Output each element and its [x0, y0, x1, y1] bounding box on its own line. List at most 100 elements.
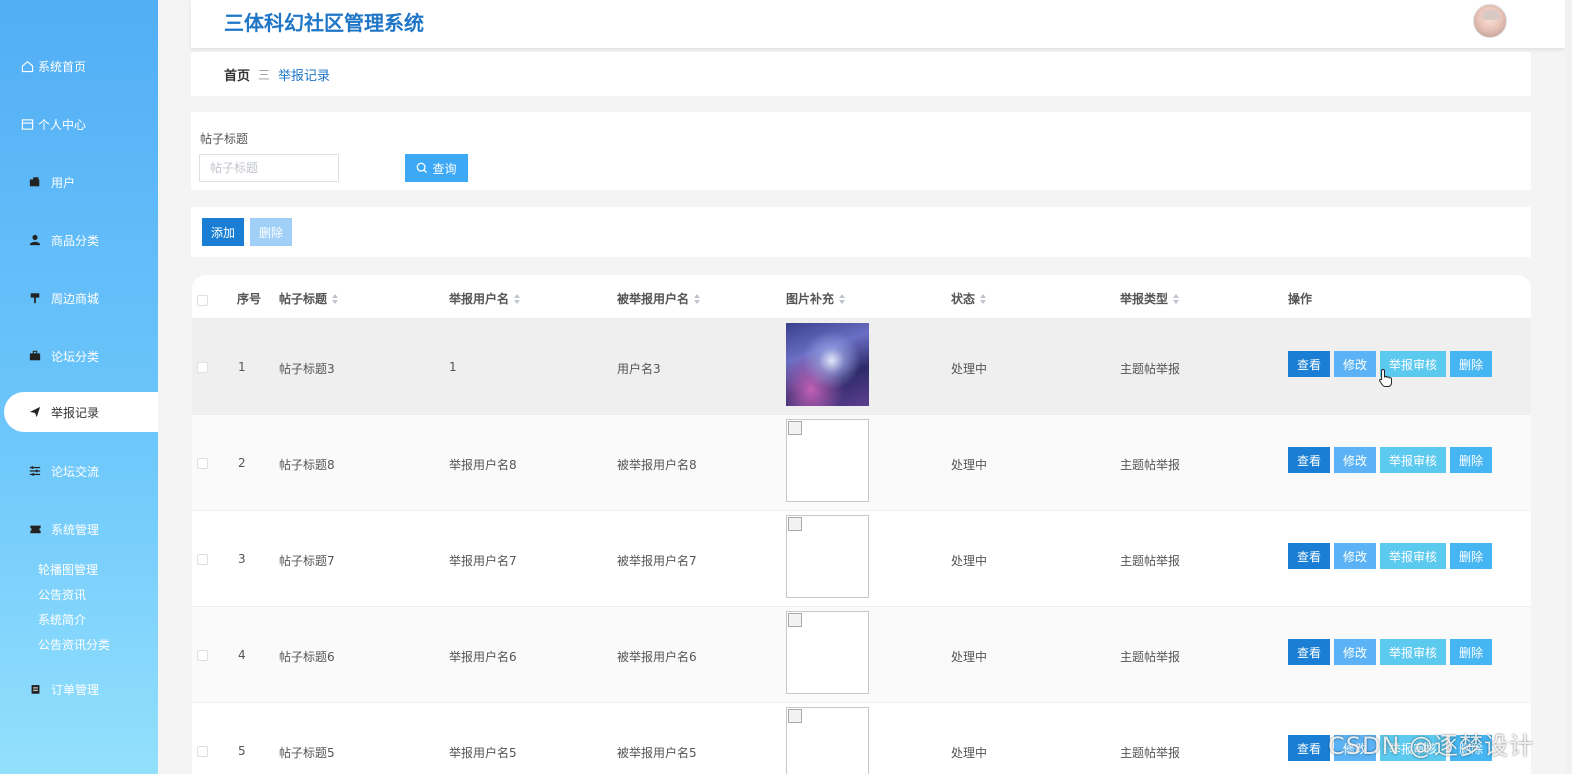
- cell-reporter: 举报用户名5: [449, 746, 517, 760]
- column-header-reported[interactable]: 被举报用户名: [617, 290, 701, 307]
- cell-reported: 被举报用户名8: [617, 458, 697, 472]
- edit-button[interactable]: 修改: [1334, 447, 1377, 473]
- broken-image-icon: [788, 613, 802, 627]
- sidebar-item-forum[interactable]: 论坛交流: [0, 451, 158, 491]
- cell-index: 3: [238, 552, 246, 566]
- report-image-thumbnail[interactable]: [786, 323, 869, 406]
- sidebar-item-profile[interactable]: 个人中心: [0, 104, 158, 144]
- view-button[interactable]: 查看: [1288, 447, 1331, 473]
- table-row: 4 帖子标题6 举报用户名6 被举报用户名6 处理中 主题帖举报 查看 修改 举…: [192, 607, 1531, 703]
- sidebar-subitem-carousel[interactable]: 轮播图管理: [38, 561, 98, 578]
- row-checkbox[interactable]: [197, 746, 208, 757]
- user-icon: [28, 233, 42, 247]
- cell-reported: 被举报用户名6: [617, 650, 697, 664]
- sort-icon[interactable]: [514, 293, 521, 304]
- view-button[interactable]: 查看: [1288, 543, 1331, 569]
- column-header-status[interactable]: 状态: [951, 290, 987, 307]
- breadcrumb-current: 举报记录: [278, 69, 331, 84]
- cell-type: 主题帖举报: [1120, 746, 1181, 760]
- briefcase-icon: [28, 349, 42, 363]
- report-image-thumbnail[interactable]: [786, 707, 869, 774]
- sidebar-item-mall[interactable]: 周边商城: [0, 278, 158, 318]
- audit-button[interactable]: 举报审核: [1380, 639, 1447, 665]
- delete-button[interactable]: 删除: [1450, 447, 1493, 473]
- sidebar-item-goods-category[interactable]: 商品分类: [0, 220, 158, 260]
- wallet-icon: [28, 175, 42, 189]
- column-header-type[interactable]: 举报类型: [1120, 290, 1180, 307]
- sidebar-item-reports[interactable]: 举报记录: [4, 392, 158, 432]
- sidebar-item-label: 系统首页: [38, 59, 87, 74]
- cell-reporter: 1: [449, 360, 457, 374]
- search-button[interactable]: 查询: [405, 154, 468, 182]
- delete-button[interactable]: 删除: [1450, 639, 1493, 665]
- cell-index: 2: [238, 456, 246, 470]
- cell-reported: 用户名3: [617, 362, 661, 376]
- select-all-checkbox[interactable]: [197, 295, 208, 306]
- audit-button[interactable]: 举报审核: [1380, 543, 1447, 569]
- view-button[interactable]: 查看: [1288, 639, 1331, 665]
- sort-icon[interactable]: [694, 293, 701, 304]
- sliders-icon: [28, 464, 42, 478]
- edit-button[interactable]: 修改: [1334, 639, 1377, 665]
- cell-type: 主题帖举报: [1120, 458, 1181, 472]
- cell-index: 5: [238, 744, 246, 758]
- cell-reporter: 举报用户名8: [449, 458, 517, 472]
- scrollbar[interactable]: [1565, 0, 1572, 774]
- sort-icon[interactable]: [980, 293, 987, 304]
- broken-image-icon: [788, 517, 802, 531]
- search-icon: [417, 162, 428, 174]
- sidebar-item-system[interactable]: 系统管理: [0, 509, 158, 549]
- breadcrumb: 首页 三 举报记录: [224, 65, 330, 84]
- sidebar-subitem-notice-category[interactable]: 公告资讯分类: [38, 636, 110, 653]
- sidebar-item-label: 论坛分类: [51, 349, 100, 364]
- column-header-post-title[interactable]: 帖子标题: [279, 290, 339, 307]
- broken-image-icon: [788, 421, 802, 435]
- cell-post-title: 帖子标题7: [279, 554, 335, 568]
- add-button[interactable]: 添加: [202, 218, 244, 246]
- cell-reporter: 举报用户名6: [449, 650, 517, 664]
- search-label: 帖子标题: [200, 132, 249, 146]
- cell-type: 主题帖举报: [1120, 362, 1181, 376]
- sidebar-item-users[interactable]: 用户: [0, 162, 158, 202]
- broken-image-icon: [788, 709, 802, 723]
- report-image-thumbnail[interactable]: [786, 419, 869, 502]
- report-image-thumbnail[interactable]: [786, 611, 869, 694]
- row-checkbox[interactable]: [197, 362, 208, 373]
- edit-button[interactable]: 修改: [1334, 351, 1377, 377]
- sort-icon[interactable]: [332, 293, 339, 304]
- view-button[interactable]: 查看: [1288, 351, 1331, 377]
- search-panel: 帖子标题 查询: [191, 112, 1531, 190]
- delete-button[interactable]: 删除: [1450, 351, 1493, 377]
- sidebar-subitem-about[interactable]: 系统简介: [38, 611, 86, 628]
- sidebar-item-home[interactable]: 系统首页: [0, 46, 158, 86]
- column-header-reporter[interactable]: 举报用户名: [449, 290, 521, 307]
- column-header-image[interactable]: 图片补充: [786, 290, 846, 307]
- batch-delete-button[interactable]: 删除: [250, 218, 292, 246]
- sidebar-item-orders[interactable]: 订单管理: [0, 669, 158, 709]
- home-icon: [20, 59, 34, 73]
- sort-icon[interactable]: [1173, 293, 1180, 304]
- sidebar-subitem-notices[interactable]: 公告资讯: [38, 586, 86, 603]
- clipboard-icon: [28, 682, 42, 696]
- edit-button[interactable]: 修改: [1334, 543, 1377, 569]
- search-button-label: 查询: [432, 161, 457, 176]
- cell-post-title: 帖子标题5: [279, 746, 335, 760]
- report-image-thumbnail[interactable]: [786, 515, 869, 598]
- row-checkbox[interactable]: [197, 650, 208, 661]
- sort-icon[interactable]: [839, 293, 846, 304]
- view-button[interactable]: 查看: [1288, 735, 1331, 761]
- sidebar-item-forum-category[interactable]: 论坛分类: [0, 336, 158, 376]
- sidebar-item-label: 论坛交流: [51, 464, 100, 479]
- cell-reporter: 举报用户名7: [449, 554, 517, 568]
- audit-button[interactable]: 举报审核: [1380, 447, 1447, 473]
- table-row: 2 帖子标题8 举报用户名8 被举报用户名8 处理中 主题帖举报 查看 修改 举…: [192, 415, 1531, 511]
- row-actions: 查看 修改 举报审核 删除: [1288, 543, 1496, 569]
- row-checkbox[interactable]: [197, 554, 208, 565]
- avatar[interactable]: [1473, 4, 1507, 38]
- sidebar-item-label: 周边商城: [51, 291, 100, 306]
- row-checkbox[interactable]: [197, 458, 208, 469]
- search-input[interactable]: [199, 154, 339, 182]
- cell-type: 主题帖举报: [1120, 554, 1181, 568]
- breadcrumb-home[interactable]: 首页: [224, 65, 250, 84]
- delete-button[interactable]: 删除: [1450, 543, 1493, 569]
